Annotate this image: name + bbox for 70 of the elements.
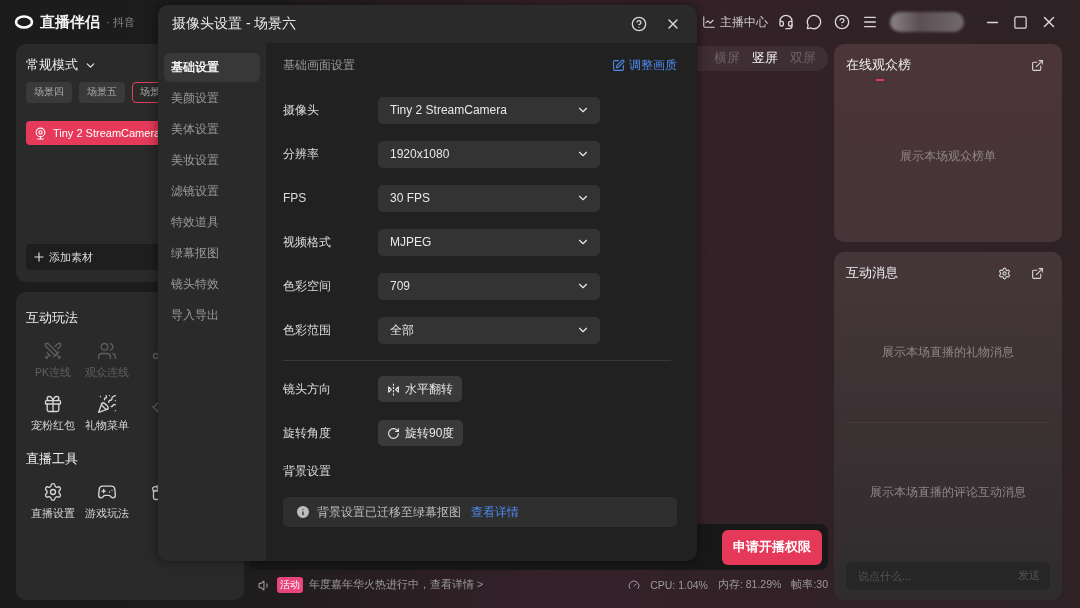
account-chip[interactable] [890,12,964,32]
field-label: 背景设置 [283,462,332,480]
orientation-tab[interactable]: 竖屏 [752,50,778,67]
action-button[interactable]: 旋转90度 [378,420,464,446]
field-label: 旋转角度 [283,424,332,442]
nav-item[interactable]: 基础设置 [164,53,260,82]
select-field[interactable]: Tiny 2 StreamCamera [378,96,600,124]
users-icon [97,341,117,361]
party-popper-icon [97,394,117,414]
plus-icon [32,250,46,264]
dialog-title: 摄像头设置 - 场景六 [172,15,298,33]
tool-item[interactable]: 直播设置 [26,482,80,521]
webcam-icon [34,126,47,140]
platform-label: · 抖音 [106,14,135,30]
gauge-icon [628,579,641,591]
nav-item[interactable]: 导入导出 [164,301,260,330]
title-underline [876,79,884,81]
info-icon [295,504,311,520]
nav-item[interactable]: 美颜设置 [164,84,260,113]
field-label: FPS [283,191,308,205]
empty-hint: 展示本场观众榜单 [900,149,996,164]
select-field[interactable]: 1920x1080 [378,140,600,168]
field-label: 色彩范围 [283,321,332,339]
select-field[interactable]: 30 FPS [378,184,600,212]
field-label: 视频格式 [283,233,332,251]
swords-icon [43,341,63,361]
chart-icon [702,15,716,29]
apply-button[interactable]: 申请开播权限 [722,529,822,565]
select-field[interactable]: MJPEG [378,228,600,256]
empty-hint: 展示本场直播的评论互动消息 [870,485,1026,500]
tool-item[interactable]: 礼物菜单 [80,394,134,433]
field-label: 摄像头 [283,101,320,119]
nav-item[interactable]: 镜头特效 [164,270,260,299]
creator-center-link[interactable]: 主播中心 [702,13,768,31]
gift-icon [43,394,63,414]
field-label: 镜头方向 [283,380,332,398]
details-link[interactable]: 查看详情 [471,503,519,521]
section-title: 互动玩法 [26,310,78,327]
rotate-icon [387,426,400,440]
nav-item[interactable]: 美妆设置 [164,146,260,175]
card-title: 在线观众榜 [846,57,912,74]
scene-tab[interactable]: 场景五 [79,82,125,103]
flip-icon [387,382,400,396]
action-button[interactable]: 水平翻转 [378,376,462,402]
tool-item[interactable]: 宠粉红包 [26,394,80,433]
banner-text: 背景设置已迁移至绿幕抠图 [317,503,461,521]
app-name: 直播伴侣 [40,12,100,32]
select-field[interactable]: 全部 [378,316,600,344]
section-title: 基础画面设置 [283,57,356,74]
stat-text: CPU: 1.04% [650,579,708,591]
nav-item[interactable]: 特效道具 [164,208,260,237]
event-notice-link[interactable]: 年度嘉年华火热进行中，查看详情 > [309,578,484,592]
section-title: 直播工具 [26,451,78,468]
event-badge: 活动 [277,577,303,593]
empty-hint: 展示本场直播的礼物消息 [882,345,1014,360]
adjust-quality-link[interactable]: 调整画质 [612,57,677,74]
tool-item[interactable]: 游戏玩法 [80,482,134,521]
speaker-icon [258,578,271,592]
field-label: 分辨率 [283,145,320,163]
source-label: Tiny 2 StreamCamera [53,127,161,139]
stat-text: 内存: 81.29% [717,578,782,592]
card-title: 互动消息 [846,265,899,282]
settings-icon [43,482,63,502]
nav-item[interactable]: 滤镜设置 [164,177,260,206]
edit-icon [612,59,625,72]
logo-icon [14,15,34,29]
scene-tab[interactable]: 场景四 [26,82,72,103]
field-label: 色彩空间 [283,277,332,295]
select-field[interactable]: 709 [378,272,600,300]
stat-text: 帧率:30 [791,578,828,592]
